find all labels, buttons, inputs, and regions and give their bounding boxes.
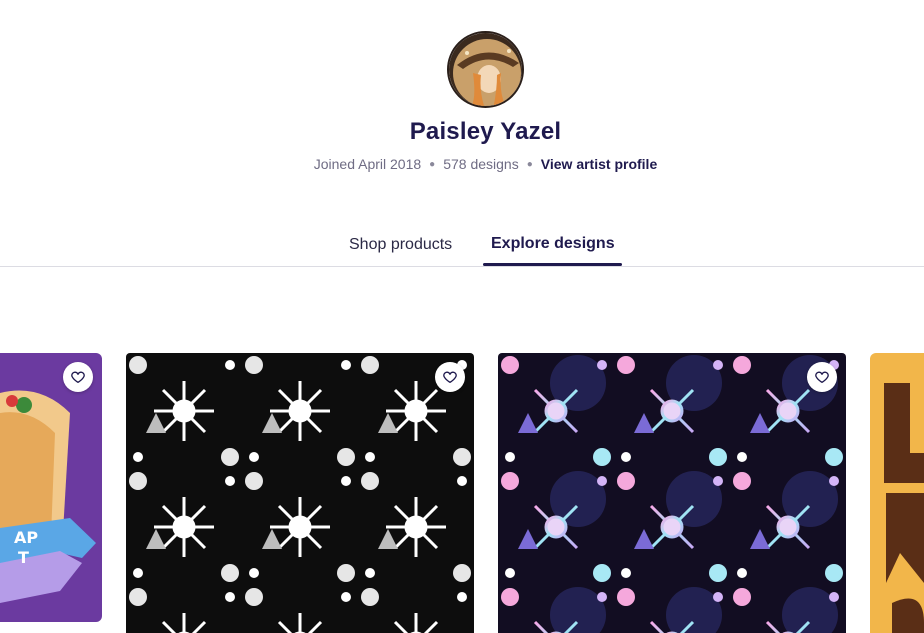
tab-bar: Shop products Explore designs <box>0 226 924 267</box>
joined-date: Joined April 2018 <box>313 156 422 172</box>
heart-icon <box>815 371 829 383</box>
svg-text:T: T <box>18 548 29 567</box>
tab-explore-designs[interactable]: Explore designs <box>491 235 615 253</box>
design-thumbnail <box>126 353 474 633</box>
tab-shop-products[interactable]: Shop products <box>349 236 452 254</box>
separator-dot: ● <box>429 158 436 170</box>
design-thumbnail: AP T <box>0 353 102 622</box>
design-thumbnail <box>498 353 846 633</box>
designs-count: 578 designs <box>443 156 519 172</box>
heart-icon <box>71 371 85 383</box>
favorite-button[interactable] <box>807 362 837 392</box>
separator-dot: ● <box>526 158 533 170</box>
favorite-button[interactable] <box>435 362 465 392</box>
design-card[interactable] <box>126 353 474 633</box>
heart-icon <box>443 371 457 383</box>
artist-meta: Joined April 2018 ● 578 designs ● View a… <box>0 156 924 172</box>
artist-avatar[interactable] <box>447 31 524 108</box>
artist-name: Paisley Yazel <box>409 118 562 145</box>
design-card[interactable] <box>498 353 846 633</box>
design-card[interactable]: AP T <box>0 353 102 622</box>
svg-text:AP: AP <box>14 528 38 547</box>
active-tab-indicator <box>483 263 622 266</box>
favorite-button[interactable] <box>63 362 93 392</box>
design-card[interactable] <box>870 353 924 633</box>
design-thumbnail <box>870 353 924 633</box>
view-artist-profile-link[interactable]: View artist profile <box>541 156 657 172</box>
